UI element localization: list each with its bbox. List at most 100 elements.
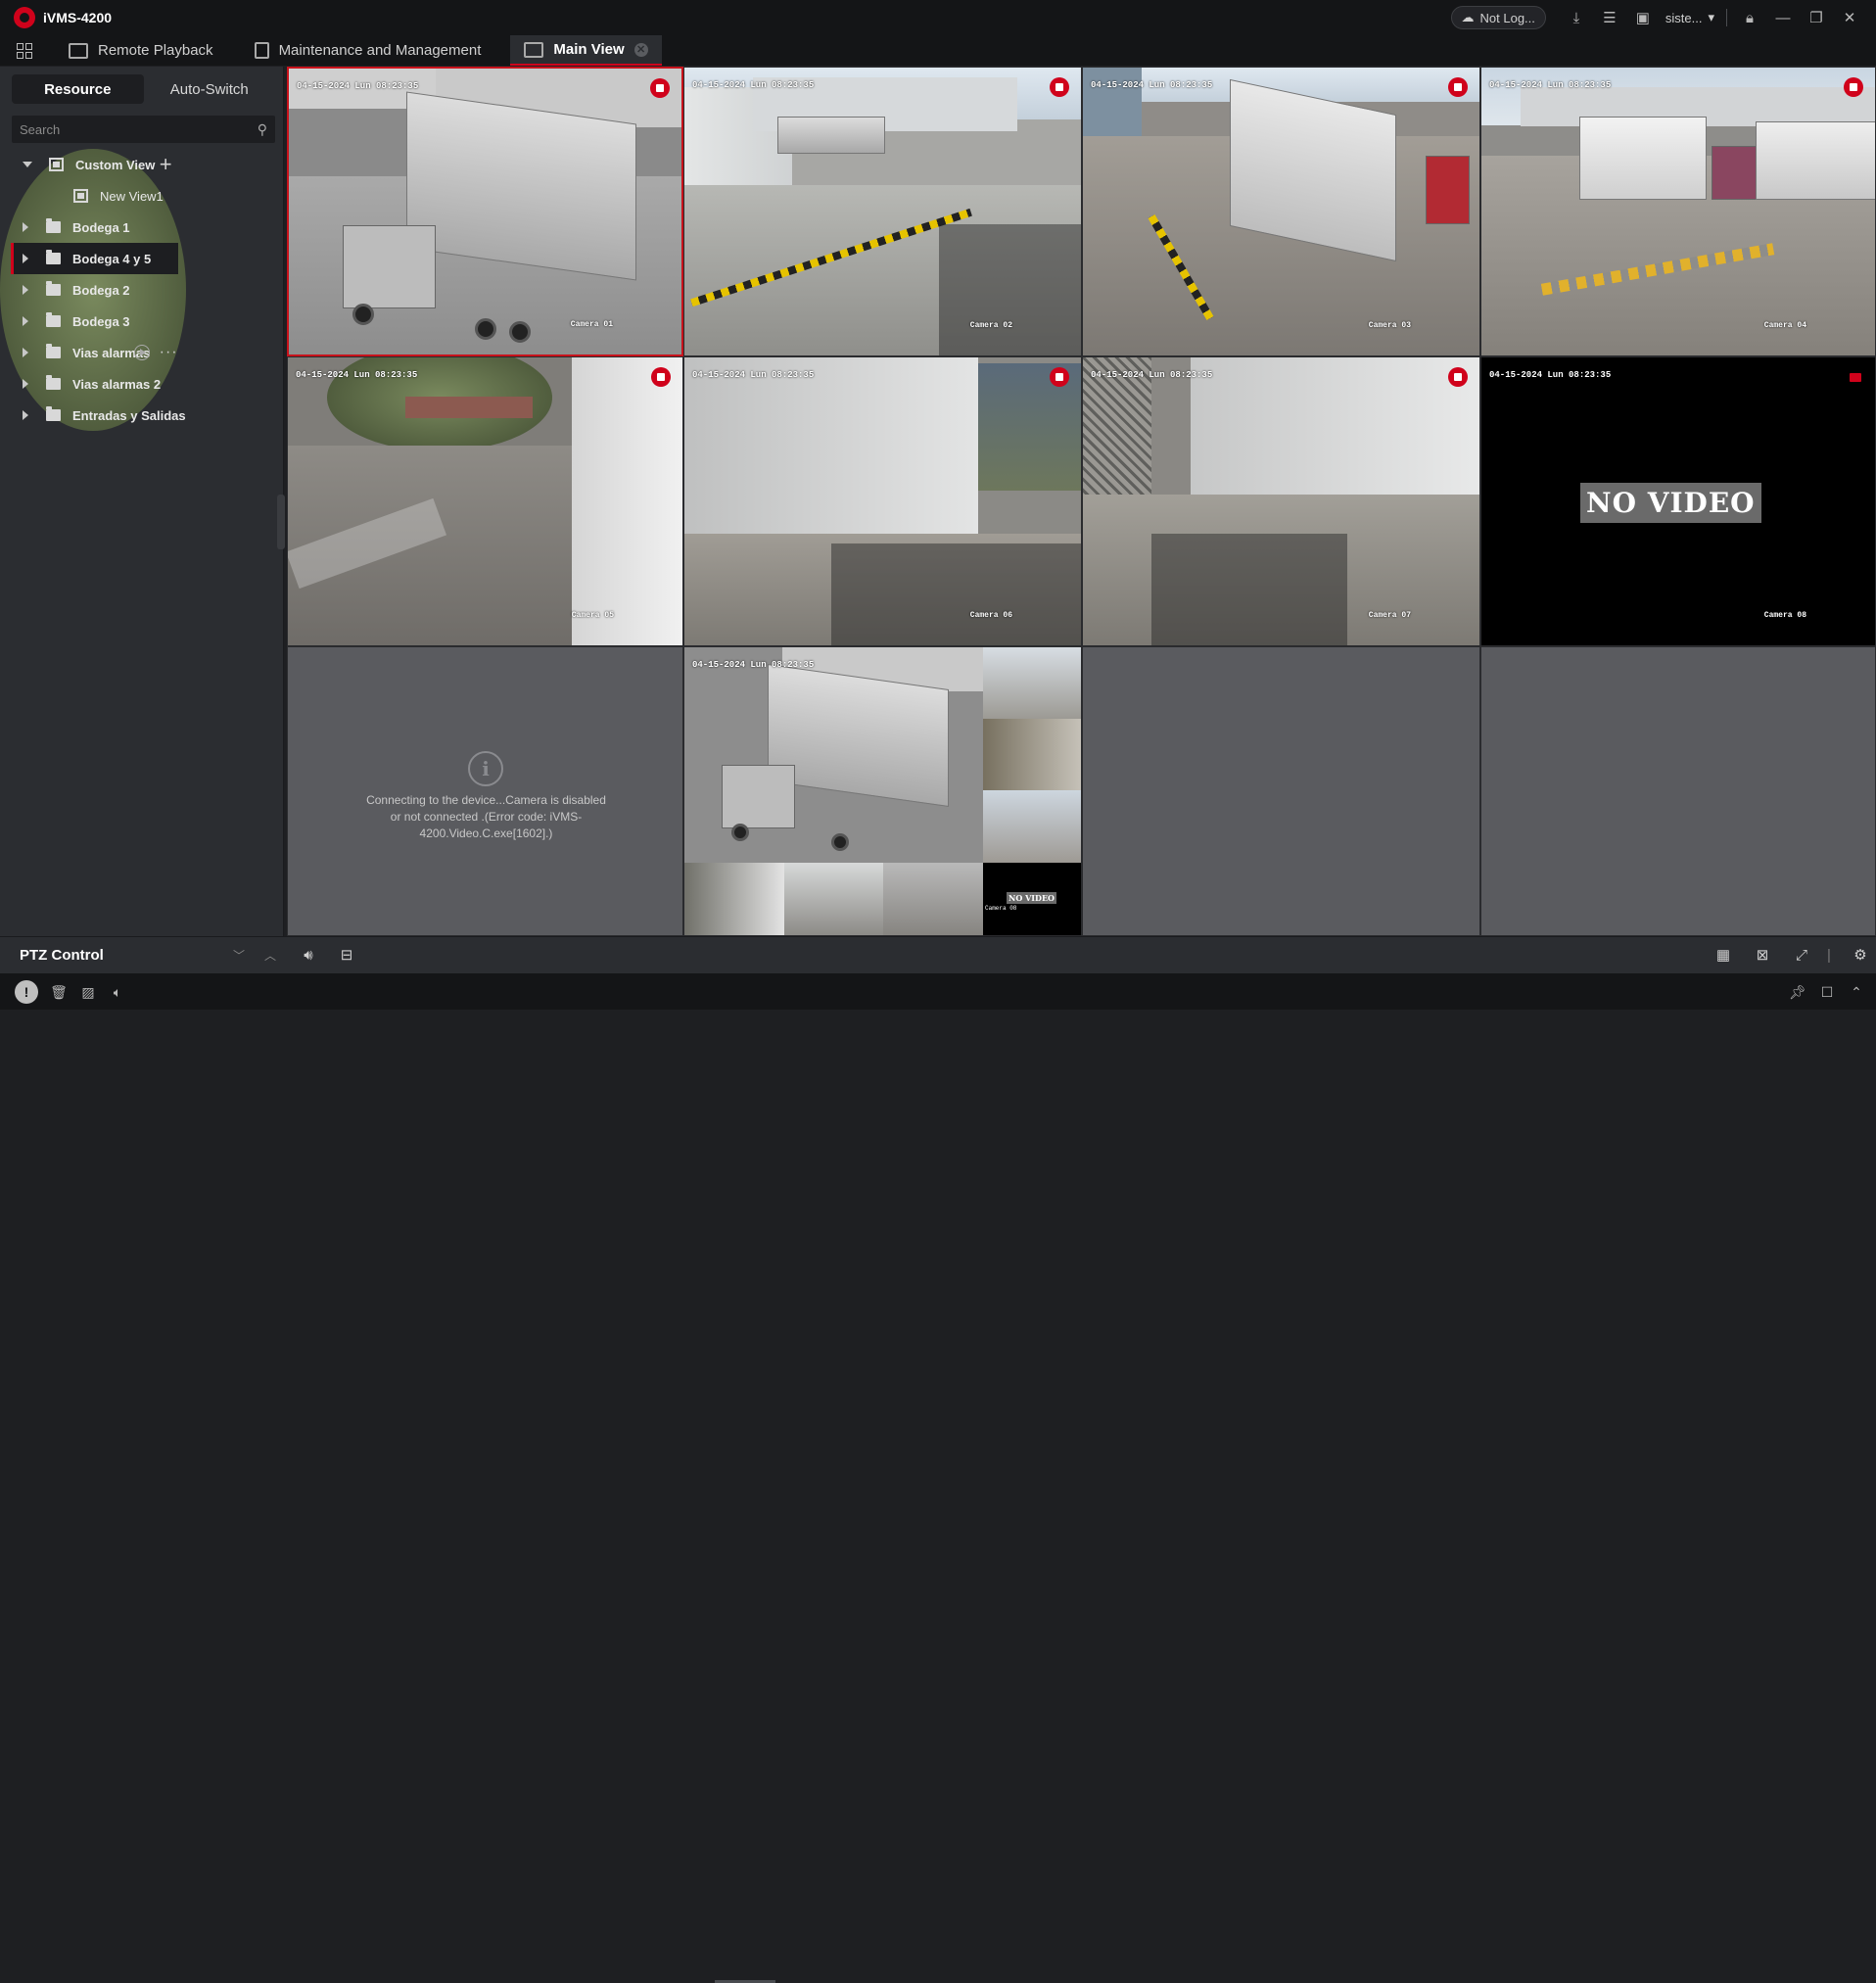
video-cell-mosaic[interactable]: 04-15-2024 Lun 08:23:35 NO VIDEO Camera … <box>683 646 1082 936</box>
tab-remote-playback[interactable]: Remote Playback <box>55 35 227 66</box>
recording-icon[interactable] <box>650 78 670 98</box>
panel-collapse-handle[interactable] <box>277 495 285 549</box>
recording-icon[interactable] <box>651 367 671 387</box>
alarm-warning-icon[interactable]: ! <box>15 980 38 1004</box>
mosaic-thumb-3 <box>983 719 1081 790</box>
video-cell-camera-01[interactable]: 04-15-2024 Lun 08:23:35 Camera 01 <box>287 67 683 356</box>
search-icon[interactable]: ⚲ <box>258 121 267 138</box>
camera-timestamp: 04-15-2024 Lun 08:23:35 <box>1489 370 1612 380</box>
tree-item-new-view1[interactable]: New View1 <box>0 180 186 212</box>
camera-name: Camera 08 <box>1763 611 1806 620</box>
picture-icon[interactable]: ▣ <box>1626 0 1660 35</box>
camera-name: Camera 04 <box>1763 321 1806 330</box>
tree-item-entradas-y-salidas[interactable]: Entradas y Salidas <box>0 400 186 431</box>
toolbar-separator: | <box>1827 947 1831 964</box>
info-icon: i <box>468 751 503 786</box>
tab-maintenance[interactable]: Maintenance and Management <box>241 35 495 66</box>
task-list-icon[interactable]: ☰ <box>1593 0 1626 35</box>
camera-timestamp: 04-15-2024 Lun 08:23:35 <box>296 370 418 380</box>
row-tools: ··· <box>133 344 178 361</box>
recording-icon[interactable] <box>1850 373 1861 382</box>
more-options-icon[interactable]: ··· <box>160 344 178 361</box>
close-all-icon[interactable]: ⊠ <box>1753 946 1772 966</box>
video-cell-error[interactable]: i Connecting to the device...Camera is d… <box>287 646 683 936</box>
video-cell-camera-08[interactable]: 04-15-2024 Lun 08:23:35 Camera 08 NO VID… <box>1480 356 1876 646</box>
tree-item-label: New View1 <box>100 188 164 204</box>
close-icon[interactable]: ✕ <box>1833 0 1866 35</box>
tree-item-bodega-1[interactable]: Bodega 1 <box>0 212 186 243</box>
folder-icon <box>46 250 61 264</box>
recording-icon[interactable] <box>1050 77 1069 97</box>
user-menu[interactable]: siste... ▾ <box>1660 10 1720 25</box>
view-icon <box>73 189 88 203</box>
tree-item-bodega-4-y-5[interactable]: Bodega 4 y 5 <box>11 243 178 274</box>
settings-gear-icon[interactable]: ⚙ <box>1851 946 1870 966</box>
download-icon[interactable]: ⤓ <box>1560 0 1593 35</box>
search-input[interactable] <box>20 121 258 137</box>
video-cell-empty[interactable] <box>1082 646 1480 936</box>
chevron-up-icon[interactable]: ︿ <box>255 947 286 964</box>
folder-icon <box>46 344 61 358</box>
video-cell-camera-06[interactable]: 04-15-2024 Lun 08:23:35 Camera 06 <box>683 356 1082 646</box>
main-view-icon <box>524 41 544 58</box>
play-all-icon[interactable] <box>133 345 150 360</box>
folder-icon <box>46 406 61 421</box>
status-bar: ! 🗑︎ ▨ 🔈︎ 📌︎ ☐ ⌃ <box>0 973 1876 1983</box>
restore-icon[interactable]: ❐ <box>1800 0 1833 35</box>
tree-item-bodega-2[interactable]: Bodega 2 <box>0 274 186 306</box>
expand-arrow-icon[interactable] <box>23 254 28 263</box>
fullscreen-icon[interactable]: ⤢ <box>1792 946 1811 966</box>
expand-arrow-icon[interactable] <box>23 348 28 357</box>
tab-resource[interactable]: Resource <box>12 74 144 104</box>
recording-icon[interactable] <box>1448 77 1468 97</box>
camera-05-feed <box>288 357 682 645</box>
module-tab-bar: Remote Playback Maintenance and Manageme… <box>0 35 1876 66</box>
video-cell-camera-02[interactable]: 04-15-2024 Lun 08:23:35 Camera 02 <box>683 67 1082 356</box>
pin-icon[interactable]: 📌︎ <box>1788 982 1807 1002</box>
recording-icon[interactable] <box>1050 367 1069 387</box>
video-cell-empty[interactable] <box>1480 646 1876 936</box>
video-cell-camera-05[interactable]: 04-15-2024 Lun 08:23:35 Camera 05 <box>287 356 683 646</box>
video-cell-camera-03[interactable]: 04-15-2024 Lun 08:23:35 Camera 03 <box>1082 67 1480 356</box>
tree-item-vias-alarmas[interactable]: Vias alarmas ··· <box>0 337 186 368</box>
tree-item-label: Bodega 2 <box>72 282 130 298</box>
add-view-icon[interactable]: + <box>160 152 172 177</box>
folder-icon <box>46 375 61 390</box>
stop-all-recording-icon[interactable]: ⊟ <box>337 946 356 966</box>
volume-icon[interactable]: 🔊︎ <box>299 946 318 966</box>
expand-arrow-icon[interactable] <box>23 379 28 389</box>
image-icon[interactable]: ▨ <box>78 982 98 1002</box>
expand-arrow-icon[interactable] <box>23 410 28 420</box>
video-cell-camera-07[interactable]: 04-15-2024 Lun 08:23:35 Camera 07 <box>1082 356 1480 646</box>
close-tab-icon[interactable]: ✕ <box>633 42 648 57</box>
window-icon[interactable]: ☐ <box>1817 982 1837 1002</box>
tree-item-custom-view[interactable]: Custom View + <box>0 149 186 180</box>
expand-arrow-icon[interactable] <box>23 285 28 295</box>
tree-item-bodega-3[interactable]: Bodega 3 <box>0 306 186 337</box>
window-division-icon[interactable]: ▦ <box>1713 946 1733 966</box>
expand-up-icon[interactable]: ⌃ <box>1847 982 1866 1002</box>
live-view-toolbar: 🔊︎ ⊟ ▦ ⊠ ⤢ | ⚙ <box>286 936 1876 973</box>
delete-icon[interactable]: 🗑︎ <box>49 982 69 1002</box>
expand-arrow-icon[interactable] <box>23 316 28 326</box>
tree-item-vias-alarmas-2[interactable]: Vias alarmas 2 <box>0 368 186 400</box>
maintenance-icon <box>254 42 269 59</box>
mute-icon[interactable]: 🔈︎ <box>108 982 127 1002</box>
tab-auto-switch[interactable]: Auto-Switch <box>144 74 276 104</box>
ptz-control-bar[interactable]: PTZ Control ﹀ ︿ <box>0 936 286 973</box>
camera-timestamp: 04-15-2024 Lun 08:23:35 <box>692 80 815 90</box>
video-cell-camera-04[interactable]: 04-15-2024 Lun 08:23:35 Camera 04 <box>1480 67 1876 356</box>
tab-main-view[interactable]: Main View ✕ <box>510 35 662 66</box>
mosaic-thumb-6 <box>784 863 883 935</box>
expand-arrow-icon[interactable] <box>23 222 28 232</box>
control-panel-grid-icon[interactable] <box>0 35 49 66</box>
cloud-login-button[interactable]: ☁ Not Log... <box>1450 6 1546 29</box>
expand-arrow-icon[interactable] <box>23 162 32 167</box>
resource-tree: Custom View + New View1 Bodega 1 Bodega … <box>0 149 186 431</box>
mosaic-camera-name: Camera 08 <box>985 905 1017 912</box>
lock-icon[interactable]: 🔒︎ <box>1733 0 1766 35</box>
minimize-icon[interactable]: — <box>1766 0 1800 35</box>
chevron-down-icon[interactable]: ﹀ <box>223 947 255 964</box>
recording-icon[interactable] <box>1448 367 1468 387</box>
recording-icon[interactable] <box>1844 77 1863 97</box>
